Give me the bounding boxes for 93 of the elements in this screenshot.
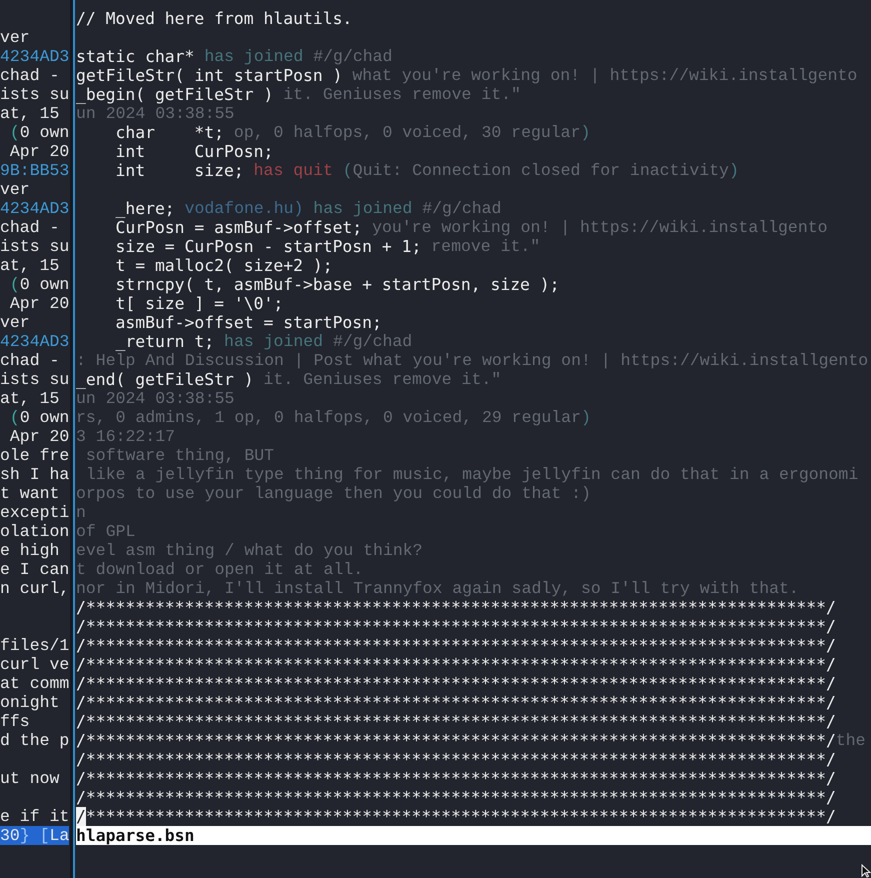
chat-log-text: rs, 0 admins, 1 op, 0 halfops, 0 voiced, 29 regular) (76, 408, 591, 427)
code-line: /***************************************************************************/ (76, 674, 836, 693)
chat-log-text: nor in Midori, I'll install Trannyfox again sadly, so I'll try with that. (76, 579, 799, 598)
chat-log-text: d the p (0, 731, 70, 750)
chat-log-text: ver (0, 180, 30, 199)
code-line: _end( getFileStr ) (76, 370, 254, 389)
chat-log-text: software thing, BUT (84, 446, 274, 465)
status-bar: hlaparse.bsn (76, 826, 871, 845)
code-line: /***************************************************************************/ (76, 769, 836, 788)
chat-log-text: it. Geniuses remove it." (283, 85, 521, 104)
chat-log-text: ffs (0, 712, 30, 731)
chat-log-text: (0 own (8, 275, 70, 294)
code-line: int size; (114, 161, 244, 180)
code-line: /***************************************************************************/ (76, 598, 836, 617)
code-line: static char* (76, 47, 194, 66)
chat-log-text: n curl, (0, 579, 70, 598)
code-line: /***************************************************************************/ (76, 788, 836, 807)
chat-log-text: chad - (0, 218, 60, 237)
code-line: size = CurPosn - startPosn + 1; (114, 237, 422, 256)
code-line: t = malloc2( size+2 ); (114, 256, 333, 275)
chat-log-text: e high (0, 541, 60, 560)
chat-log-text: Apr 20 (8, 427, 70, 446)
chat-log-text: chad - (0, 66, 60, 85)
chat-log-text: ut now (0, 769, 60, 788)
chat-log-text: what you're working on! | https://wiki.installgento (352, 66, 858, 85)
chat-log-text: like a jellyfin type thing for music, maybe jellyfin can do that in a ergonomi (84, 465, 858, 484)
code-line: /***************************************************************************/ (76, 750, 836, 769)
chat-log-text: orpos to use your language then you could do that :) (76, 484, 591, 503)
chat-log-text: has quit (Quit: Connection closed for inactivity) (254, 161, 739, 180)
code-line: asmBuf->offset = startPosn; (114, 313, 382, 332)
mouse-pointer-icon (861, 864, 871, 878)
chat-log-text: excepti (0, 503, 70, 522)
code-line: /***************************************************************************/ (76, 636, 836, 655)
chat-log-text: 4234AD3 (0, 47, 70, 66)
chat-log-text: n (76, 503, 86, 522)
chat-log-text: (0 own (8, 123, 70, 142)
chat-log-text: 4234AD3 (0, 199, 70, 218)
chat-log-text: : Help And Discussion | Post what you're working on! | https://wiki.installgento (76, 351, 868, 370)
chat-log-text: op, 0 halfops, 0 voiced, 30 regular) (234, 123, 590, 142)
chat-log-text: Apr 20 (8, 142, 70, 161)
code-line: // Moved here from hlautils. (76, 9, 352, 28)
code-line: /***************************************************************************/ (76, 807, 836, 826)
chat-log-text: curl ve (0, 655, 70, 674)
code-line: CurPosn = asmBuf->offset; (114, 218, 362, 237)
chat-log-text: ver (0, 28, 30, 47)
chat-log-text: chad - (0, 351, 60, 370)
chat-log-text: 3 16:22:17 (76, 427, 176, 446)
code-line: /***************************************************************************/ (76, 655, 836, 674)
chat-log-text: t download or open it at all. (76, 560, 364, 579)
code-line: int CurPosn; (114, 142, 274, 161)
code-line: char *t; (114, 123, 224, 142)
chat-log-text: sh I ha (0, 465, 70, 484)
code-line: /***************************************************************************/ (76, 712, 836, 731)
chat-log-text: 9B:BB53 (0, 161, 70, 180)
code-line: /***************************************************************************/ (76, 617, 836, 636)
chat-log-text: vodafone.hu) has joined #/g/chad (184, 199, 502, 218)
chat-log-text: evel asm thing / what do you think? (76, 541, 423, 560)
chat-log-text: ver (0, 313, 30, 332)
chat-log-text: at comm (0, 674, 70, 693)
status-line-text: 30} [La (0, 826, 70, 845)
code-line: /***************************************************************************/ (76, 731, 836, 750)
code-line: t[ size ] = '\0'; (114, 294, 284, 313)
chat-log-text: 4234AD3 (0, 332, 70, 351)
chat-log-text: at, 15 (0, 389, 60, 408)
code-line: getFileStr( int startPosn ) (76, 66, 342, 85)
chat-log-text: the (836, 731, 866, 750)
chat-log-text: olation (0, 522, 70, 541)
chat-log-text: ole fre (0, 446, 70, 465)
chat-log-text: at, 15 (0, 256, 60, 275)
chat-log-text: ists su (0, 370, 70, 389)
chat-log-text: files/1 (0, 636, 70, 655)
chat-log-text: Apr 20 (8, 294, 70, 313)
chat-log-text: you're working on! | https://wiki.installgento (372, 218, 828, 237)
chat-log-text: it. Geniuses remove it." (264, 370, 502, 389)
code-line: _begin( getFileStr ) (76, 85, 274, 104)
chat-log-text: at, 15 (0, 104, 60, 123)
chat-log-text: (0 own (8, 408, 70, 427)
chat-log-text: un 2024 03:38:55 (76, 104, 234, 123)
chat-log-text: of GPL (76, 522, 136, 541)
code-line: strncpy( t, asmBuf->base + startPosn, size ); (114, 275, 560, 294)
chat-log-text: t want (0, 484, 60, 503)
code-line: /***************************************************************************/ (76, 693, 836, 712)
chat-log-text: remove it." (431, 237, 540, 256)
code-line: _here; (114, 199, 175, 218)
chat-log-text: un 2024 03:38:55 (76, 389, 234, 408)
chat-log-text: has joined #/g/chad (224, 332, 412, 351)
code-line: _return t; (114, 332, 214, 351)
chat-log-text: ists su (0, 85, 70, 104)
chat-log-text: has joined #/g/chad (204, 47, 392, 66)
chat-log-text: onight (0, 693, 60, 712)
chat-log-text: e if it (0, 807, 70, 826)
chat-log-text: e I can (0, 560, 70, 579)
chat-log-text: ists su (0, 237, 70, 256)
